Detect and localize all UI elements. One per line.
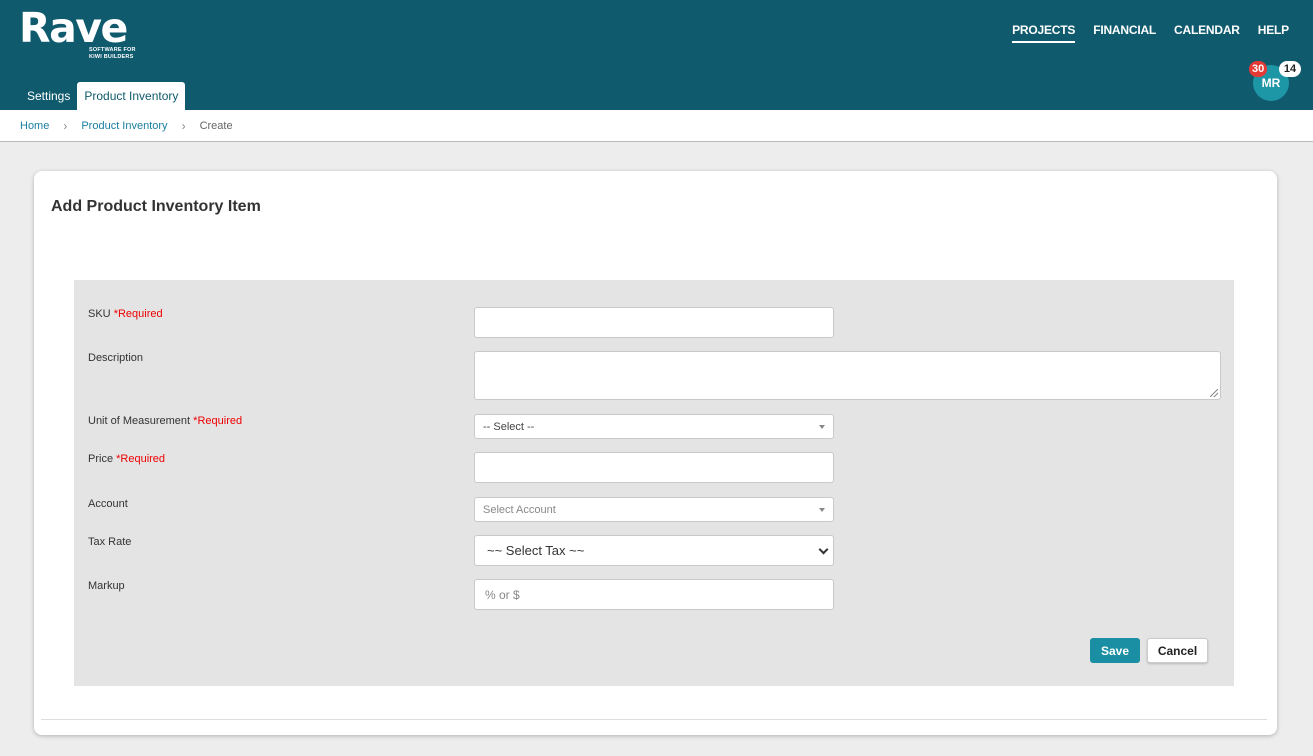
description-textarea[interactable] <box>474 351 1221 400</box>
page-title: Add Product Inventory Item <box>51 198 261 215</box>
uom-select[interactable]: -- Select -- <box>474 414 834 439</box>
nav-help[interactable]: HELP <box>1258 23 1289 43</box>
price-label: Price *Required <box>88 453 166 465</box>
tax-rate-label: Tax Rate <box>88 536 132 548</box>
form-panel: SKU *Required Description Unit of Measur… <box>74 280 1234 686</box>
markup-placeholder: % or $ <box>485 587 520 602</box>
top-header: Rave SOFTWARE FOR KIWI BUILDERS PROJECTS… <box>0 0 1313 110</box>
uom-select-value: -- Select -- <box>483 420 535 433</box>
breadcrumb: Home › Product Inventory › Create <box>0 110 1313 142</box>
cancel-button[interactable]: Cancel <box>1147 638 1208 663</box>
account-select[interactable]: Select Account <box>474 497 834 522</box>
save-button[interactable]: Save <box>1090 638 1140 663</box>
markup-input[interactable]: % or $ <box>474 579 834 610</box>
markup-label: Markup <box>88 580 125 592</box>
tax-rate-select-value: ~~ Select Tax ~~ <box>487 543 585 558</box>
account-label: Account <box>88 498 128 510</box>
breadcrumb-current: Create <box>199 119 233 132</box>
sub-tabs: Settings Product Inventory <box>20 82 186 110</box>
rave-logo[interactable]: Rave SOFTWARE FOR KIWI BUILDERS <box>19 4 136 60</box>
nav-financial[interactable]: FINANCIAL <box>1093 23 1156 43</box>
required-marker: *Required <box>113 308 163 320</box>
logo-wordmark: Rave <box>19 4 128 52</box>
chevron-right-icon: › <box>63 118 68 133</box>
resize-handle-icon[interactable] <box>1210 389 1218 397</box>
main-nav: PROJECTS FINANCIAL CALENDAR HELP <box>1012 23 1289 43</box>
uom-label: Unit of Measurement *Required <box>88 415 243 427</box>
breadcrumb-product-inventory[interactable]: Product Inventory <box>81 120 167 132</box>
tab-settings[interactable]: Settings <box>20 82 77 110</box>
nav-calendar[interactable]: CALENDAR <box>1174 23 1240 43</box>
chevron-right-icon: › <box>181 118 186 133</box>
caret-down-icon <box>819 507 825 512</box>
description-label: Description <box>88 352 144 364</box>
required-marker: *Required <box>116 453 166 465</box>
required-marker: *Required <box>193 415 243 427</box>
sku-input[interactable] <box>474 307 834 338</box>
divider <box>41 719 1267 720</box>
tax-rate-select[interactable]: ~~ Select Tax ~~ <box>474 535 834 566</box>
sku-label: SKU *Required <box>88 308 163 320</box>
nav-projects[interactable]: PROJECTS <box>1012 23 1075 43</box>
breadcrumb-home[interactable]: Home <box>20 120 49 132</box>
chevron-down-icon <box>818 544 829 554</box>
notification-badge[interactable]: 30 <box>1249 61 1268 77</box>
message-badge[interactable]: 14 <box>1279 61 1301 77</box>
logo-tagline: SOFTWARE FOR KIWI BUILDERS <box>89 47 136 60</box>
price-input[interactable] <box>474 452 834 483</box>
form-card: Add Product Inventory Item SKU *Required… <box>34 171 1277 735</box>
caret-down-icon <box>819 424 825 429</box>
tab-product-inventory[interactable]: Product Inventory <box>77 82 186 110</box>
account-select-placeholder: Select Account <box>483 503 556 516</box>
